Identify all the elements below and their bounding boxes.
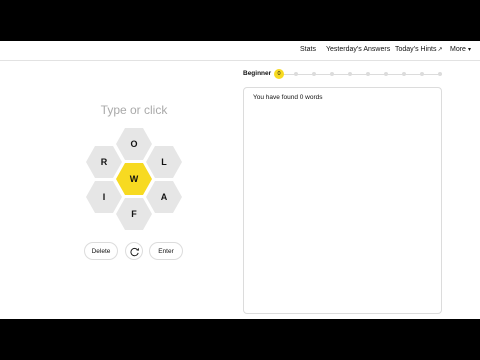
hive-cell-top[interactable]: O [116, 128, 152, 160]
nav-more[interactable]: More ▾ [450, 46, 471, 53]
found-words-panel[interactable]: You have found 0 words [243, 87, 442, 314]
enter-button[interactable]: Enter [149, 242, 183, 260]
nav-yesterdays-answers[interactable]: Yesterday’s Answers [326, 46, 390, 53]
nav-todays-hints-label: Today’s Hints [395, 46, 437, 53]
rank-dot [330, 72, 334, 76]
delete-button[interactable]: Delete [84, 242, 118, 260]
rank-dot [366, 72, 370, 76]
rank-score: 0 [274, 69, 284, 79]
rank-dot [402, 72, 406, 76]
shuffle-button[interactable] [125, 242, 143, 260]
rank-dot [438, 72, 442, 76]
rank-dot [312, 72, 316, 76]
rank-label: Beginner [243, 70, 272, 77]
hive-cell-upper-left[interactable]: R [86, 146, 122, 178]
chevron-down-icon: ▾ [467, 47, 471, 53]
shuffle-icon [129, 247, 139, 256]
rank-track [280, 73, 442, 75]
top-nav: Stats Yesterday’s Answers Today’s Hints↗… [0, 41, 480, 61]
rank-dot [384, 72, 388, 76]
rank-dot [294, 72, 298, 76]
hive-cell-lower-right[interactable]: A [146, 181, 182, 213]
external-link-icon: ↗ [437, 47, 443, 53]
word-input[interactable]: Type or click [60, 103, 208, 117]
hive-cell-lower-left[interactable]: I [86, 181, 122, 213]
bottom-black-bar [0, 319, 480, 360]
hive-cell-center[interactable]: W [116, 163, 152, 195]
rank-dot [420, 72, 424, 76]
nav-more-label: More [450, 46, 466, 53]
found-words-count: You have found 0 words [253, 94, 323, 101]
nav-stats[interactable]: Stats [300, 46, 316, 53]
hive-cell-upper-right[interactable]: L [146, 146, 182, 178]
hive-cell-bottom[interactable]: F [116, 198, 152, 230]
rank-dot [348, 72, 352, 76]
rank-progress-bar: 0 [274, 69, 442, 79]
game-screen: Stats Yesterday’s Answers Today’s Hints↗… [0, 41, 480, 319]
nav-todays-hints[interactable]: Today’s Hints↗ [395, 46, 443, 53]
